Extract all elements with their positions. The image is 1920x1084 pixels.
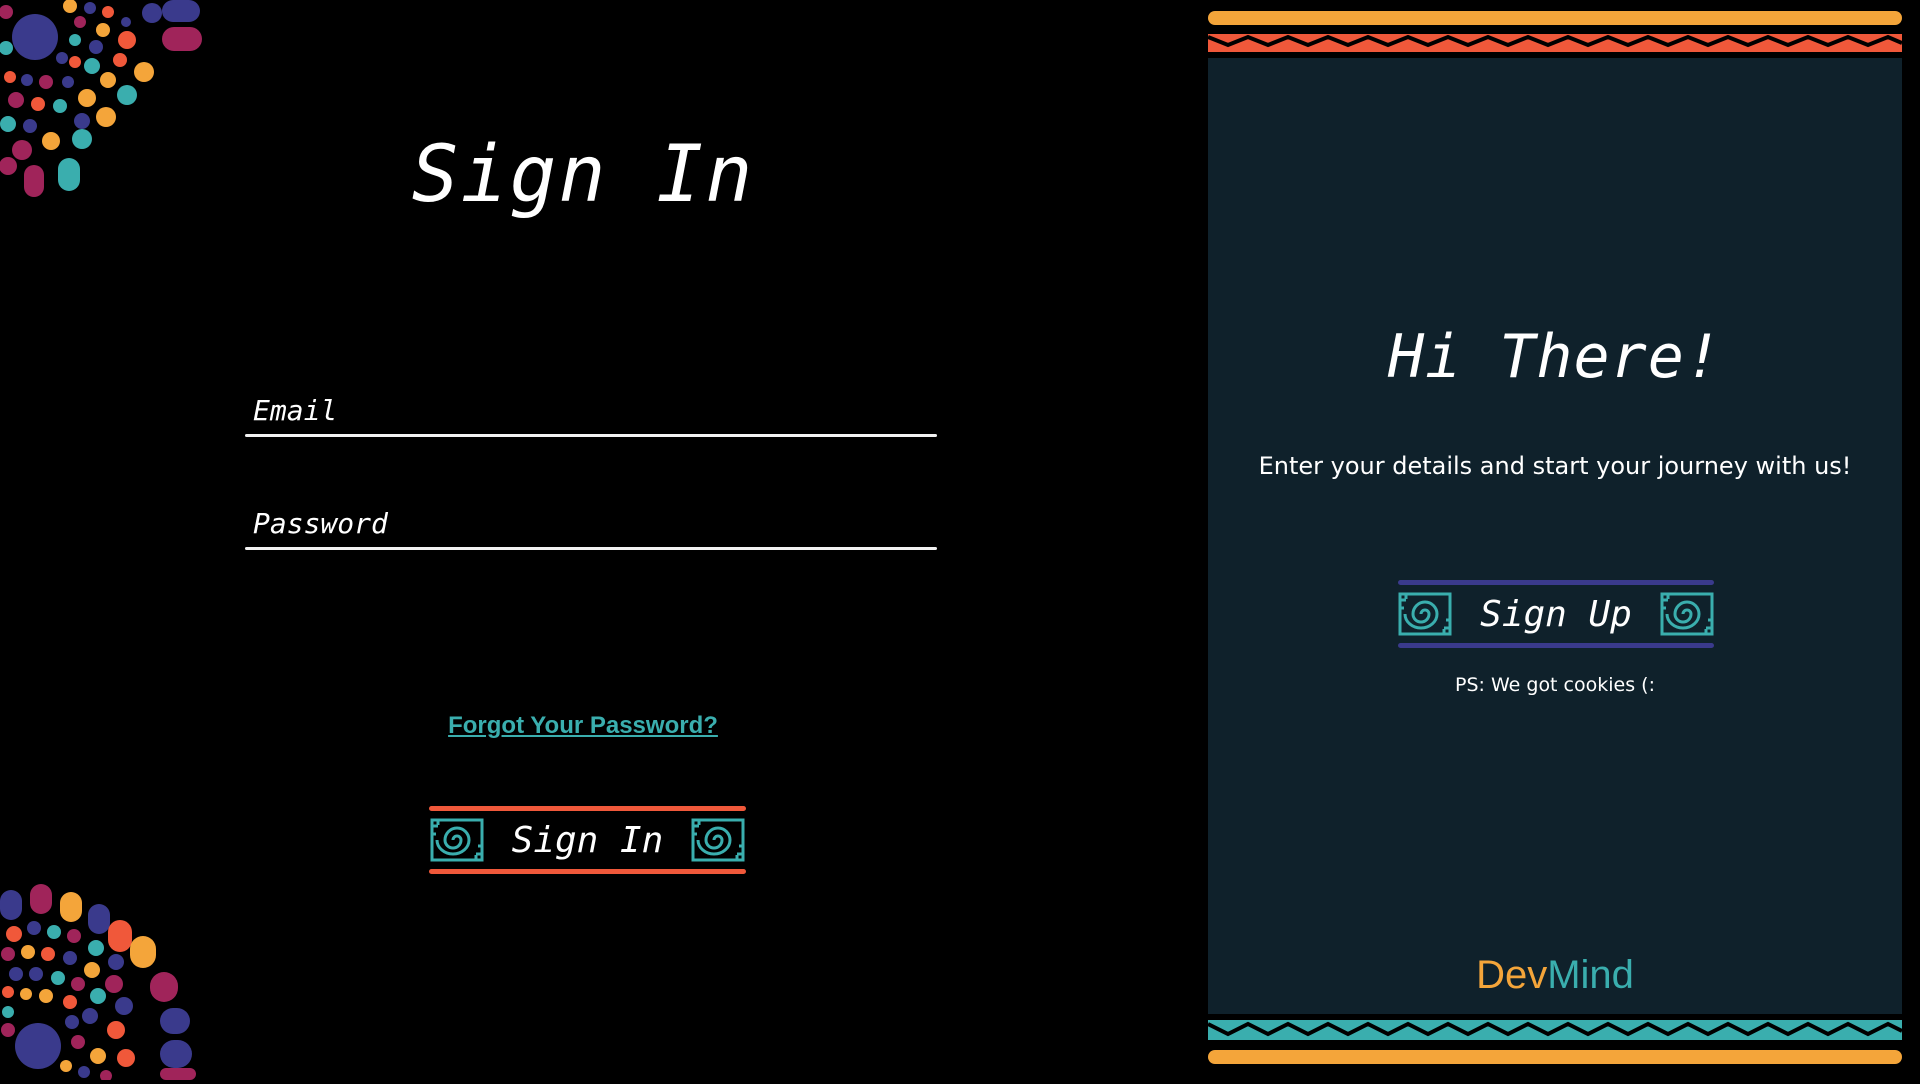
password-field-wrapper <box>245 499 937 550</box>
signin-button[interactable]: Sign In <box>429 806 746 874</box>
signin-button-bottom-bar <box>429 869 746 874</box>
spiral-glyph-icon <box>1398 592 1452 636</box>
email-field[interactable] <box>245 386 937 434</box>
email-underline <box>245 434 937 437</box>
signin-title: Sign In <box>411 130 755 220</box>
email-field-wrapper <box>245 386 937 437</box>
signup-button-label: Sign Up <box>1480 593 1632 635</box>
welcome-panel <box>1208 0 1902 1080</box>
decorative-border-top <box>1207 0 1903 58</box>
welcome-title: Hi There! <box>1387 322 1723 392</box>
spiral-glyph-icon <box>430 818 484 862</box>
forgot-password-link[interactable]: Forgot Your Password? <box>0 712 1166 740</box>
signup-button-top-bar <box>1398 580 1714 585</box>
signup-button-bottom-bar <box>1398 643 1714 648</box>
decorative-border-bottom <box>1207 1014 1903 1080</box>
password-field[interactable] <box>245 499 937 547</box>
password-underline <box>245 547 937 550</box>
spiral-glyph-icon <box>691 818 745 862</box>
signin-button-top-bar <box>429 806 746 811</box>
signup-button[interactable]: Sign Up <box>1398 580 1714 648</box>
brand-logo-part1: Dev <box>1476 953 1548 997</box>
brand-logo: DevMind <box>1208 953 1902 998</box>
decorative-dots-bottom <box>0 880 200 1080</box>
cookies-note: PS: We got cookies (: <box>1455 674 1655 696</box>
brand-logo-part2: Mind <box>1547 953 1634 997</box>
welcome-subtitle: Enter your details and start your journe… <box>1258 452 1852 480</box>
signin-button-label: Sign In <box>511 819 664 861</box>
spiral-glyph-icon <box>1660 592 1714 636</box>
